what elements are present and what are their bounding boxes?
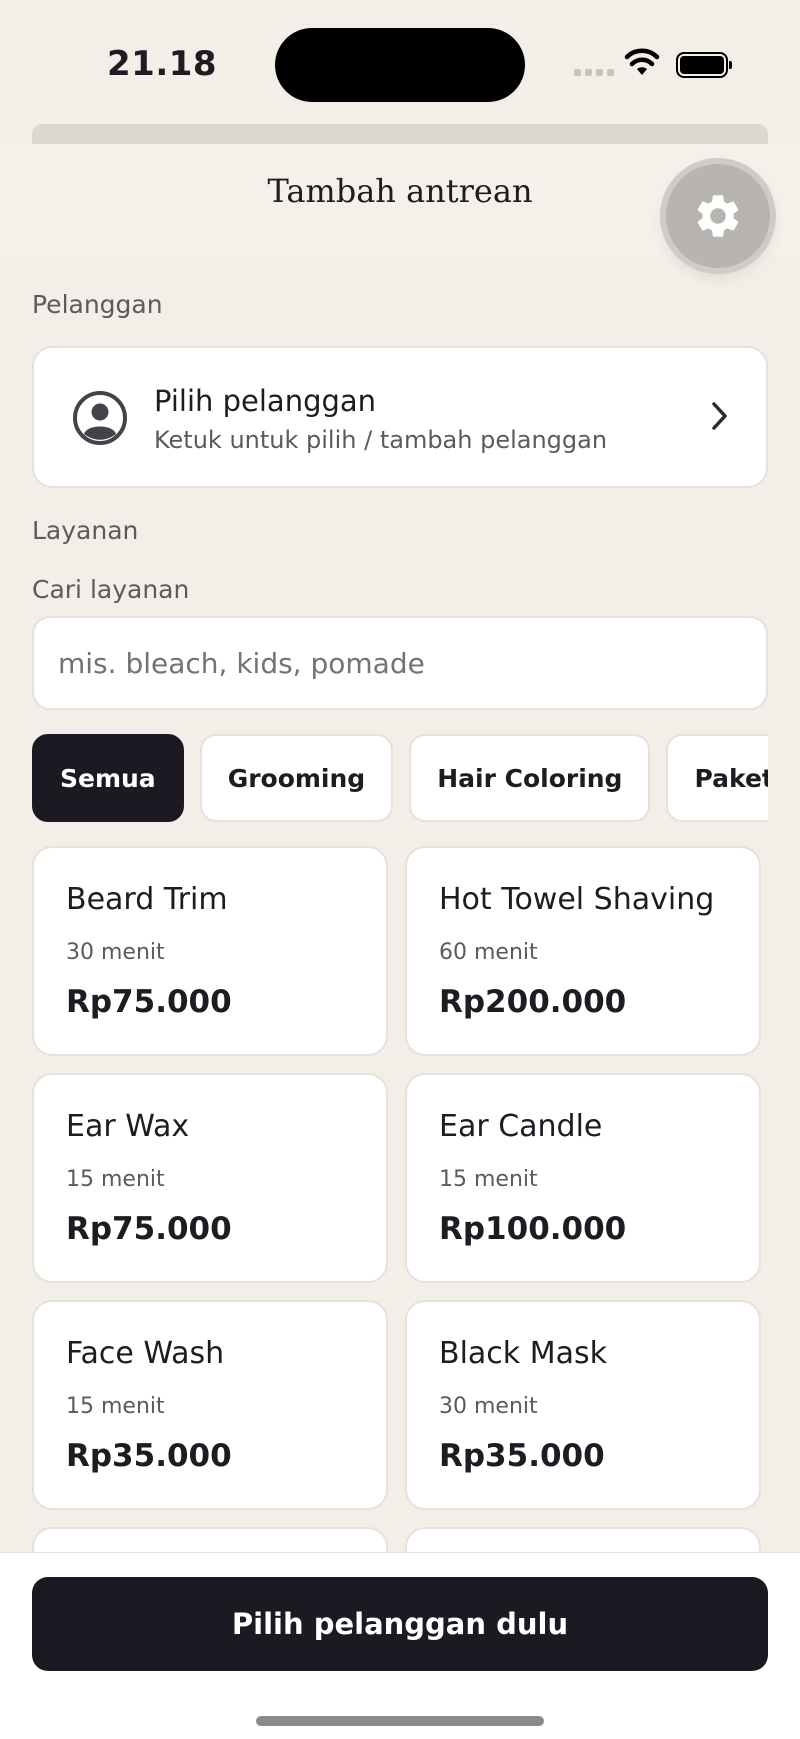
category-chip-hair-coloring[interactable]: Hair Coloring [409,734,651,822]
customer-section-label: Pelanggan [32,290,163,319]
customer-card-title: Pilih pelanggan [154,384,377,418]
service-price: Rp75.000 [66,1211,232,1247]
service-duration: 30 menit [66,940,165,965]
status-time: 21.18 [107,44,218,84]
service-price: Rp35.000 [66,1438,232,1474]
service-name: Hot Towel Shaving [439,882,715,917]
service-name: Ear Wax [66,1109,190,1144]
service-name: Face Wash [66,1336,225,1371]
status-bar: 21.18 [0,0,800,120]
search-label: Cari layanan [32,575,190,604]
category-chip-semua[interactable]: Semua [32,734,184,822]
service-name: Beard Trim [66,882,228,917]
service-price: Rp75.000 [66,984,232,1020]
battery-icon [676,52,732,78]
gear-icon [697,195,739,237]
service-card[interactable]: Ear Candle 15 menit Rp100.000 [405,1073,761,1283]
service-price: Rp35.000 [439,1438,605,1474]
settings-button[interactable] [666,164,770,268]
service-card[interactable]: Black Mask 30 menit Rp35.000 [405,1300,761,1510]
service-duration: 15 menit [439,1167,538,1192]
customer-card-subtitle: Ketuk untuk pilih / tambah pelanggan [154,426,608,454]
bottom-action-bar: Pilih pelanggan dulu [0,1552,800,1739]
search-input[interactable] [34,618,766,708]
service-duration: 15 menit [66,1167,165,1192]
services-section-label: Layanan [32,516,139,545]
service-card[interactable]: Beard Trim 30 menit Rp75.000 [32,846,388,1056]
dynamic-island [275,28,525,102]
service-card[interactable]: Face Wash 15 menit Rp35.000 [32,1300,388,1510]
service-duration: 30 menit [439,1394,538,1419]
category-chip-paket[interactable]: Paket [666,734,768,822]
category-filter-bar[interactable]: Semua Grooming Hair Coloring Paket [32,734,768,822]
user-circle-icon [73,391,127,445]
chevron-right-icon [712,402,727,430]
service-price: Rp100.000 [439,1211,627,1247]
cellular-signal-icon [574,69,614,76]
service-price: Rp200.000 [439,984,627,1020]
home-indicator[interactable] [256,1716,544,1726]
select-customer-card[interactable]: Pilih pelanggan Ketuk untuk pilih / tamb… [32,346,768,488]
category-chip-grooming[interactable]: Grooming [199,734,394,822]
service-card[interactable]: Ear Wax 15 menit Rp75.000 [32,1073,388,1283]
search-field[interactable] [32,616,768,710]
service-name: Ear Candle [439,1109,603,1144]
sheet-background-card [32,124,768,144]
service-name: Black Mask [439,1336,607,1371]
service-duration: 60 menit [439,940,538,965]
service-card[interactable]: Hot Towel Shaving 60 menit Rp200.000 [405,846,761,1056]
service-duration: 15 menit [66,1394,165,1419]
select-customer-first-button[interactable]: Pilih pelanggan dulu [32,1577,768,1671]
wifi-icon [624,48,660,75]
